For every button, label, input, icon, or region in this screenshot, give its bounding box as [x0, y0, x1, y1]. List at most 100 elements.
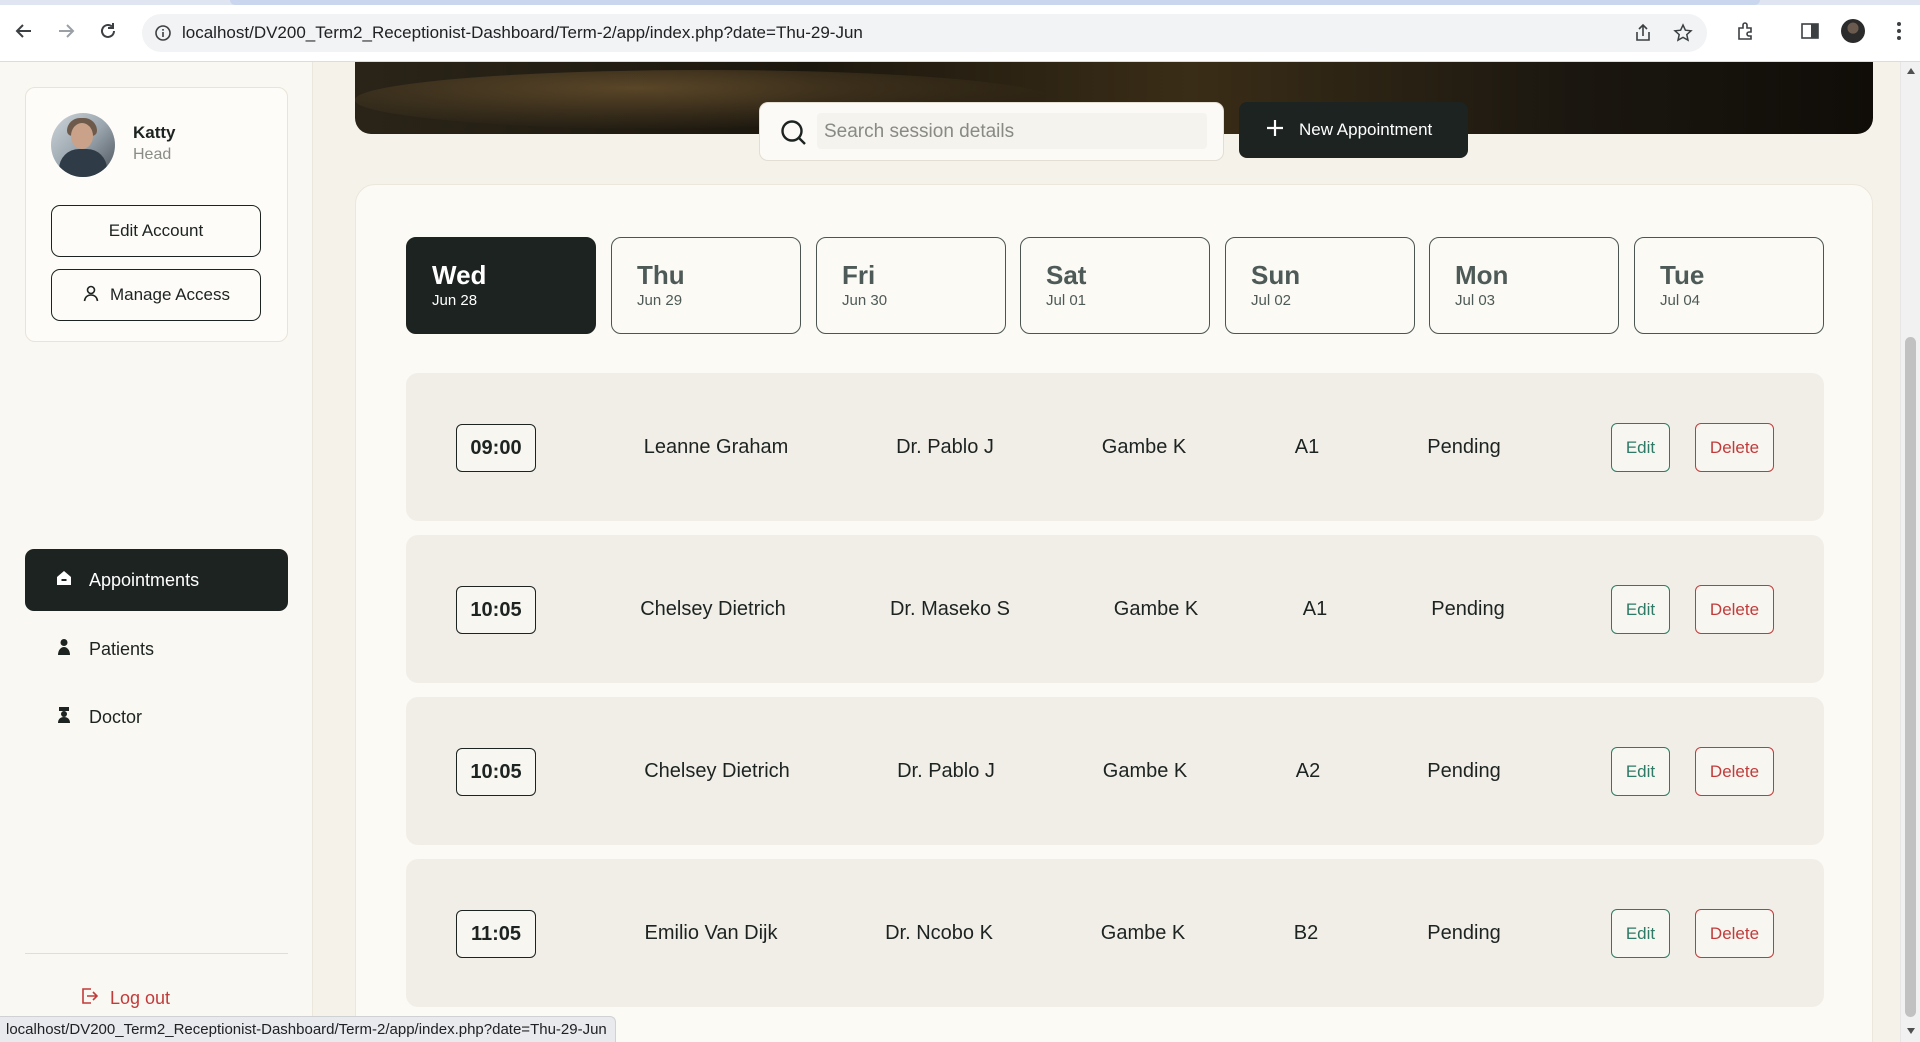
- room: A1: [1302, 598, 1328, 620]
- appointment-time: 10:05: [456, 748, 536, 796]
- sidebar-item-appointments[interactable]: Appointments: [25, 549, 288, 611]
- back-icon[interactable]: [10, 17, 38, 45]
- edit-button[interactable]: Edit: [1611, 747, 1670, 796]
- share-icon[interactable]: [1633, 23, 1653, 48]
- edit-button[interactable]: Edit: [1611, 423, 1670, 472]
- new-appointment-button[interactable]: New Appointment: [1239, 102, 1468, 158]
- day-name: Sat: [1046, 260, 1087, 290]
- search-icon: [780, 119, 808, 152]
- delete-button[interactable]: Delete: [1695, 747, 1774, 796]
- menu-icon[interactable]: [1885, 17, 1913, 45]
- status-bar-url: localhost/DV200_Term2_Receptionist-Dashb…: [0, 1016, 616, 1042]
- profile-role: Head: [133, 146, 172, 163]
- side-panel-icon[interactable]: [1796, 17, 1824, 45]
- room: B2: [1293, 922, 1319, 944]
- doctor-icon: [55, 706, 73, 729]
- day-tab-tue[interactable]: Tue Jul 04: [1634, 237, 1824, 334]
- patient-name: Chelsey Dietrich: [640, 598, 786, 620]
- edit-account-button[interactable]: Edit Account: [51, 205, 261, 257]
- patient-name: Chelsey Dietrich: [644, 760, 790, 782]
- scrollbar-thumb[interactable]: [1905, 337, 1916, 1017]
- day-tab-wed[interactable]: Wed Jun 28: [406, 237, 596, 334]
- day-tab-mon[interactable]: Mon Jul 03: [1429, 237, 1619, 334]
- appointments-panel: Wed Jun 28 Thu Jun 29 Fri Jun 30 Sat Jul…: [355, 184, 1873, 1042]
- logout-button[interactable]: Log out: [80, 987, 170, 1010]
- user-icon: [82, 284, 100, 307]
- patient-name: Leanne Graham: [643, 436, 789, 458]
- sidebar-item-doctor[interactable]: Doctor: [25, 686, 288, 748]
- logout-icon: [80, 987, 99, 1010]
- patient-icon: [55, 638, 73, 661]
- search-box: [759, 102, 1224, 161]
- day-date: Jul 03: [1455, 292, 1496, 309]
- patient-name: Emilio Van Dijk: [644, 922, 778, 944]
- appointment-row: 10:05 Chelsey Dietrich Dr. Maseko S Gamb…: [406, 535, 1824, 683]
- appointment-time: 11:05: [456, 910, 536, 958]
- day-tab-sat[interactable]: Sat Jul 01: [1020, 237, 1210, 334]
- day-name: Sun: [1251, 260, 1301, 290]
- appointment-row: 09:00 Leanne Graham Dr. Pablo J Gambe K …: [406, 373, 1824, 521]
- room: A2: [1295, 760, 1321, 782]
- day-name: Wed: [432, 260, 487, 290]
- profile-card: Katty Head Edit Account Manage Access: [25, 87, 288, 342]
- manage-access-button[interactable]: Manage Access: [51, 269, 261, 321]
- active-tab[interactable]: [230, 0, 1760, 5]
- logout-label: Log out: [110, 988, 171, 1008]
- profile-avatar-icon[interactable]: [1839, 17, 1867, 45]
- day-name: Thu: [637, 260, 685, 290]
- edit-button[interactable]: Edit: [1611, 909, 1670, 958]
- new-appointment-label: New Appointment: [1299, 120, 1433, 139]
- address-url[interactable]: localhost/DV200_Term2_Receptionist-Dashb…: [182, 23, 863, 43]
- forward-icon[interactable]: [52, 17, 80, 45]
- day-name: Fri: [842, 260, 876, 290]
- doctor-name: Dr. Pablo J: [896, 436, 994, 458]
- star-icon[interactable]: [1673, 23, 1693, 48]
- day-tab-fri[interactable]: Fri Jun 30: [816, 237, 1006, 334]
- sidebar-item-label: Doctor: [89, 706, 143, 727]
- reload-icon[interactable]: [94, 17, 122, 45]
- day-date: Jul 01: [1046, 292, 1087, 309]
- receptionist-name: Gambe K: [1113, 598, 1199, 620]
- receptionist-name: Gambe K: [1101, 436, 1187, 458]
- scroll-up-arrow-icon[interactable]: [1907, 68, 1915, 74]
- edit-button[interactable]: Edit: [1611, 585, 1670, 634]
- page-scrollbar[interactable]: [1900, 62, 1920, 1042]
- status-text: Pending: [1431, 598, 1505, 620]
- delete-button[interactable]: Delete: [1695, 423, 1774, 472]
- delete-button[interactable]: Delete: [1695, 909, 1774, 958]
- page: Katty Head Edit Account Manage Access Ap…: [0, 62, 1900, 1042]
- day-date: Jun 28: [432, 292, 478, 309]
- profile-name: Katty: [133, 123, 176, 142]
- appointment-row: 10:05 Chelsey Dietrich Dr. Pablo J Gambe…: [406, 697, 1824, 845]
- day-name: Mon: [1455, 260, 1509, 290]
- sidebar-item-label: Appointments: [89, 569, 200, 590]
- tab-strip: [0, 0, 1920, 5]
- edit-account-label: Edit Account: [108, 221, 204, 240]
- day-tab-thu[interactable]: Thu Jun 29: [611, 237, 801, 334]
- scroll-down-arrow-icon[interactable]: [1907, 1028, 1915, 1034]
- delete-button[interactable]: Delete: [1695, 585, 1774, 634]
- day-date: Jun 29: [637, 292, 683, 309]
- browser-toolbar: localhost/DV200_Term2_Receptionist-Dashb…: [0, 0, 1920, 62]
- search-input[interactable]: [824, 115, 1204, 149]
- address-bar[interactable]: localhost/DV200_Term2_Receptionist-Dashb…: [142, 14, 1707, 52]
- day-date: Jul 04: [1660, 292, 1701, 309]
- receptionist-name: Gambe K: [1102, 760, 1188, 782]
- site-info-icon[interactable]: [154, 24, 172, 47]
- day-tab-sun[interactable]: Sun Jul 02: [1225, 237, 1415, 334]
- sidebar-item-label: Patients: [89, 638, 155, 659]
- appointment-row: 11:05 Emilio Van Dijk Dr. Ncobo K Gambe …: [406, 859, 1824, 1007]
- plus-icon: [1265, 118, 1285, 143]
- day-date: Jul 02: [1251, 292, 1292, 309]
- status-text: Pending: [1427, 760, 1501, 782]
- avatar: [51, 113, 115, 177]
- appointment-time: 09:00: [456, 424, 536, 472]
- room: A1: [1294, 436, 1320, 458]
- extensions-icon[interactable]: [1732, 17, 1760, 45]
- status-text: Pending: [1427, 436, 1501, 458]
- home-icon: [55, 569, 73, 592]
- doctor-name: Dr. Pablo J: [897, 760, 995, 782]
- status-text: Pending: [1427, 922, 1501, 944]
- manage-access-label: Manage Access: [109, 285, 230, 304]
- sidebar-item-patients[interactable]: Patients: [25, 618, 288, 680]
